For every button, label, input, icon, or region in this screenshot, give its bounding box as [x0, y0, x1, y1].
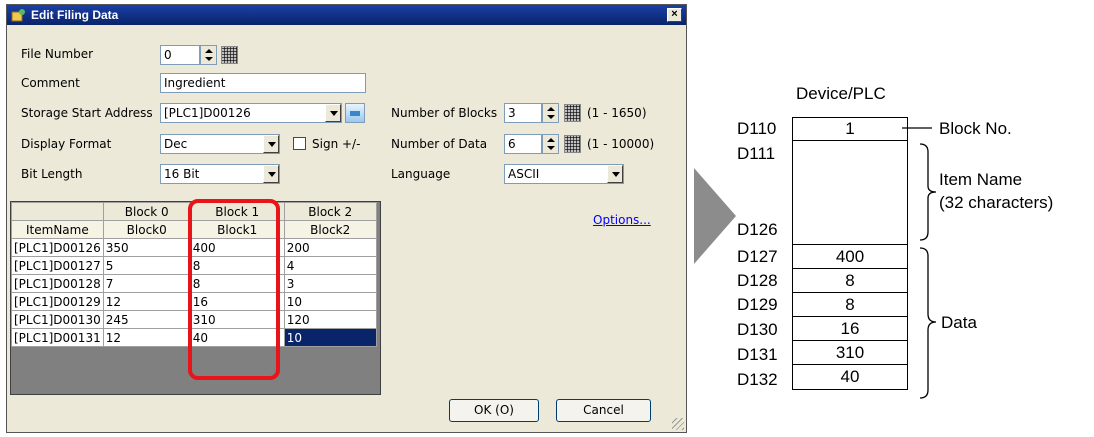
data-label: Data — [941, 313, 977, 332]
item-name-label: Item Name — [939, 170, 1023, 189]
data-brace — [919, 247, 937, 399]
memory-map-annotations — [902, 127, 937, 399]
item-name-brace — [919, 143, 937, 241]
block-no-label: Block No. — [939, 119, 1012, 138]
item-name-sub-label: (32 characters) — [939, 193, 1054, 212]
